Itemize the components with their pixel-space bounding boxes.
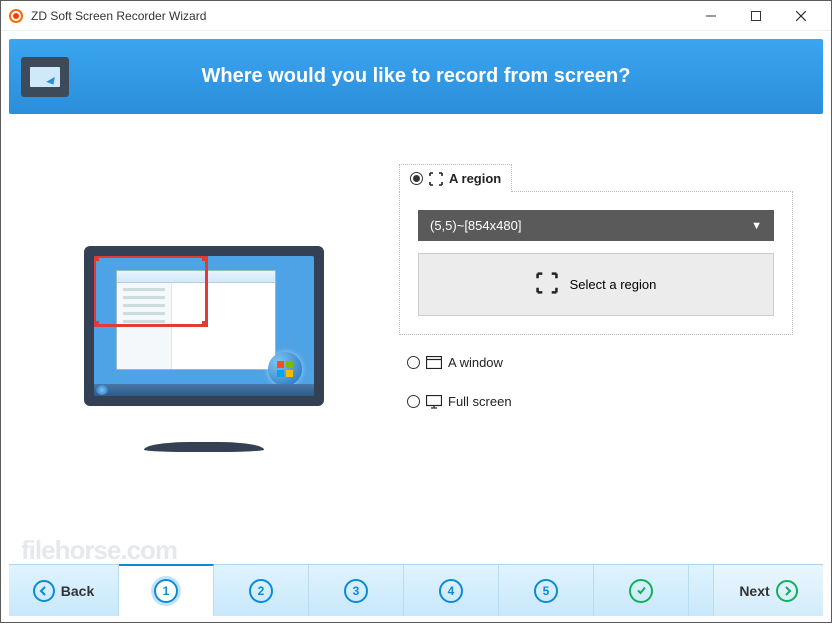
window-option-label: A window xyxy=(448,355,503,370)
window-icon xyxy=(426,356,442,369)
header-monitor-icon xyxy=(21,57,69,97)
dropdown-arrow-icon: ▼ xyxy=(751,220,762,232)
wizard-footer: Back 1 2 3 4 5 Next xyxy=(9,564,823,616)
step-1-number: 1 xyxy=(154,579,178,603)
titlebar: ZD Soft Screen Recorder Wizard xyxy=(1,1,831,31)
window-title: ZD Soft Screen Recorder Wizard xyxy=(31,9,206,23)
monitor-illustration xyxy=(84,246,324,452)
select-region-label: Select a region xyxy=(570,277,657,292)
minimize-button[interactable] xyxy=(688,2,733,30)
fullscreen-option-group: Full screen xyxy=(399,388,793,415)
app-icon xyxy=(9,9,23,23)
close-button[interactable] xyxy=(778,2,823,30)
step-2-number: 2 xyxy=(249,579,273,603)
step-3[interactable]: 3 xyxy=(309,565,404,616)
region-dropdown-value: (5,5)~[854x480] xyxy=(430,218,521,233)
back-label: Back xyxy=(61,583,94,599)
fullscreen-radio[interactable] xyxy=(407,395,420,408)
check-icon xyxy=(629,579,653,603)
maximize-button[interactable] xyxy=(733,2,778,30)
content-area: Where would you like to record from scre… xyxy=(1,31,831,624)
fullscreen-option-label: Full screen xyxy=(448,394,512,409)
step-2[interactable]: 2 xyxy=(214,565,309,616)
main-area: A region (5,5)~[854x480] ▼ Select a regi… xyxy=(9,114,823,564)
region-highlight-icon xyxy=(94,256,208,327)
step-4-number: 4 xyxy=(439,579,463,603)
windows-logo-icon xyxy=(268,352,302,386)
app-window: ZD Soft Screen Recorder Wizard Where wou… xyxy=(0,0,832,623)
step-1[interactable]: 1 xyxy=(119,564,214,616)
step-4[interactable]: 4 xyxy=(404,565,499,616)
window-option-group: A window xyxy=(399,349,793,376)
fullscreen-monitor-icon xyxy=(426,395,442,409)
illustration-panel xyxy=(39,154,369,544)
maximize-icon xyxy=(751,11,761,21)
close-icon xyxy=(796,11,806,21)
back-arrow-icon xyxy=(33,580,55,602)
next-arrow-icon xyxy=(776,580,798,602)
wizard-header: Where would you like to record from scre… xyxy=(9,39,823,114)
next-button[interactable]: Next xyxy=(713,565,823,616)
window-option-header[interactable]: A window xyxy=(399,349,793,376)
region-option-label: A region xyxy=(449,171,501,186)
select-region-button[interactable]: Select a region xyxy=(418,253,774,316)
region-option-group: A region (5,5)~[854x480] ▼ Select a regi… xyxy=(399,164,793,335)
minimize-icon xyxy=(706,11,716,21)
region-settings-panel: (5,5)~[854x480] ▼ Select a region xyxy=(399,191,793,335)
region-option-header[interactable]: A region xyxy=(399,164,512,192)
region-size-dropdown[interactable]: (5,5)~[854x480] ▼ xyxy=(418,210,774,241)
step-3-number: 3 xyxy=(344,579,368,603)
options-panel: A region (5,5)~[854x480] ▼ Select a regi… xyxy=(399,154,793,544)
step-5-number: 5 xyxy=(534,579,558,603)
next-label: Next xyxy=(739,583,769,599)
window-radio[interactable] xyxy=(407,356,420,369)
fullscreen-option-header[interactable]: Full screen xyxy=(399,388,793,415)
back-button[interactable]: Back xyxy=(9,565,119,616)
step-5[interactable]: 5 xyxy=(499,565,594,616)
region-radio[interactable] xyxy=(410,172,423,185)
page-title: Where would you like to record from scre… xyxy=(69,65,823,88)
region-crop-icon xyxy=(429,172,443,186)
window-controls xyxy=(688,2,823,30)
select-region-crop-icon xyxy=(536,272,558,297)
step-confirm[interactable] xyxy=(594,565,689,616)
